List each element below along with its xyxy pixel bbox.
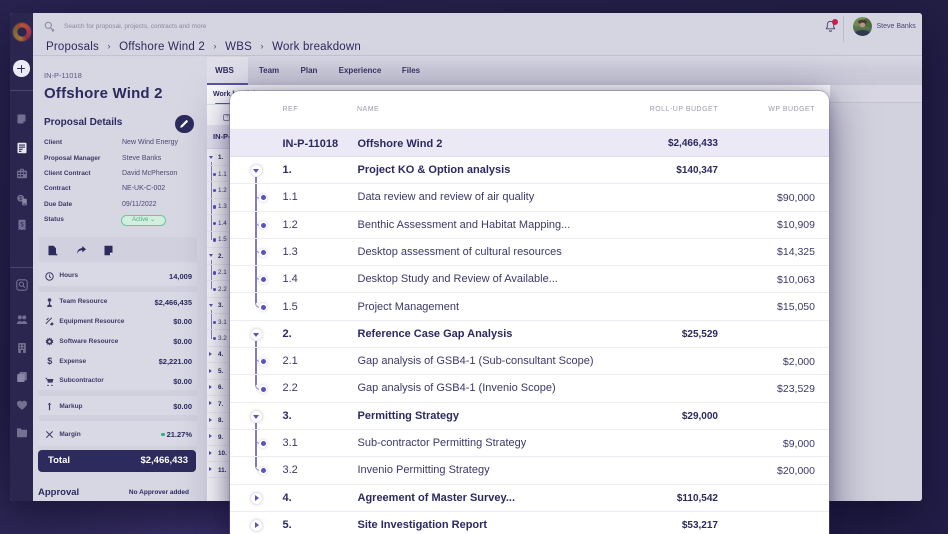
svg-text:$: $	[19, 196, 22, 202]
